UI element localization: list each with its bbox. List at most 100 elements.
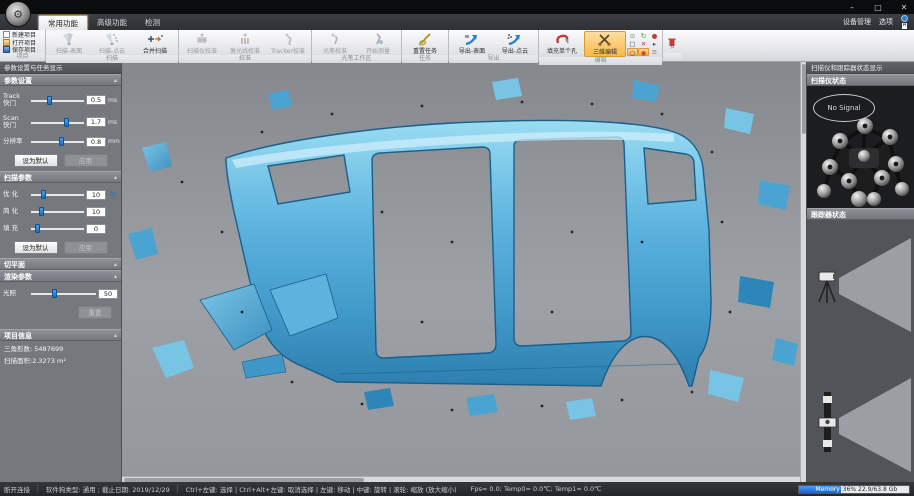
left-parameter-panel: 参数设置与任务显示 参数设置 ▴ Track 快门 0.5 ms Scan 快门… [0,62,122,482]
collapse-icon: ▴ [114,330,117,340]
apply-button[interactable]: 应用 [64,241,108,254]
close-button[interactable]: ✕ [898,3,910,12]
ribbon-group-export: 导出-表面 导出-点云 导出 [449,30,539,61]
merge-scan-button[interactable]: 合并扫描 [134,31,176,55]
scanner-calibration-icon [195,32,209,46]
export-pointcloud-button[interactable]: 导出-点云 [494,31,536,55]
group-label-export: 导出 [449,55,538,63]
reset-task-button[interactable]: 重置任务 [404,31,446,55]
section-header-tracker-status[interactable]: 跟踪器状态 [807,208,914,220]
section-header-clip-plane[interactable]: 切平面 ▴ [0,258,121,270]
triangle-count-value: 5487699 [34,345,63,353]
simplify-label: 简 化 [3,208,29,215]
list-icon[interactable]: ≡ [649,48,660,56]
refresh-icon[interactable]: ↻ [638,32,649,40]
fps-temperature: Fps= 0.0; Temp0= 0.0℃; Temp1= 0.0℃ [471,485,602,493]
fill-single-hole-button[interactable]: 填充单个孔 [541,31,583,57]
simplify-value[interactable]: 10 [86,207,106,217]
tab-inspect[interactable]: 检测 [136,15,169,30]
track-shutter-slider[interactable] [31,96,84,105]
reset-button[interactable]: 重置 [78,306,112,319]
scanner-calibration-button[interactable]: 扫描仪校准 [181,31,223,55]
mouse-hints: Ctrl+左键: 选择 | Ctrl+Alt+左键: 取消选择 | 左键: 移动… [186,484,457,494]
scissors-tools-icon [598,33,612,47]
optimize-slider[interactable] [31,190,84,199]
optimize-refresh-icon[interactable]: ↻ [108,190,118,200]
pointer-icon[interactable]: ▸ [649,40,660,48]
laser-lines-icon [238,32,252,46]
minimize-button[interactable]: – [846,3,858,12]
probe-pen-icon [329,32,341,46]
fill-slider[interactable] [31,224,84,233]
edit-3d-button[interactable]: 三维编辑 [584,31,626,57]
memory-bar-fill: Memory [799,486,841,493]
export-pointcloud-icon [507,32,523,46]
section-header-project-info[interactable]: 项目信息 ▴ [0,329,121,341]
ribbon-group-pen-workspace: 光笔校准 开始测量 光笔工作区 [312,30,402,61]
measure-pen-icon [372,32,384,46]
magnet-fill-icon [555,32,569,46]
scan-surface-icon [62,32,76,46]
visibility-icon[interactable]: ⊙ [627,32,638,40]
app-logo-icon[interactable]: ⚙ [5,1,31,27]
resolution-value[interactable]: 0.8 [86,137,106,147]
optimize-label: 优 化 [3,191,29,198]
pen-calibration-button[interactable]: 光笔校准 [314,31,356,55]
lighting-value[interactable]: 50 [98,289,118,299]
start-measure-button[interactable]: 开始测量 [357,31,399,55]
export-surface-button[interactable]: 导出-表面 [451,31,493,55]
fill-label: 填 充 [3,225,29,232]
zoom-magnifier-icon[interactable]: ⌕ [667,43,678,53]
tracker1-camera-icon [819,272,838,303]
tracker-calibration-button[interactable]: Tracker校准 [267,31,309,55]
save-disk-icon [3,46,10,53]
apply-button[interactable]: 应用 [64,154,108,167]
section-header-scan-params[interactable]: 扫描参数 ▴ [0,171,121,183]
broom-icon [417,32,433,46]
ribbon-group-scan: 扫描-表面 扫描-点云 合并扫描 扫描 [46,30,179,61]
delete-selection-icon[interactable]: ✕ [638,40,649,48]
scan-shutter-value[interactable]: 1.7 [86,117,106,127]
lasso-select-icon[interactable]: ○ [627,48,638,56]
save-project-button[interactable]: 保存项目 [3,46,42,53]
laser-calibration-button[interactable]: 激光线校准 [224,31,266,55]
rect-select-icon[interactable]: □ [627,40,638,48]
scan-shutter-slider[interactable] [31,118,84,127]
memory-usage-value: 36% 22.9/63.8 Gb [841,486,909,493]
tab-common-functions[interactable]: 常用功能 [38,15,88,30]
group-label-scan: 扫描 [46,55,178,63]
set-default-button[interactable]: 设为默认 [14,241,58,254]
device-management-menu[interactable]: 设备管理 [843,17,871,27]
input-language-icon[interactable]: A [901,15,908,29]
section-header-render-params[interactable]: 渲染参数 ▴ [0,270,121,282]
resolution-slider[interactable] [31,137,84,146]
section-header-parameters[interactable]: 参数设置 ▴ [0,74,121,86]
lighting-slider[interactable] [31,289,96,298]
record-icon[interactable]: ● [649,32,660,40]
scan-surface-button[interactable]: 扫描-表面 [48,31,90,55]
section-header-scanner-status[interactable]: 扫描仪状态 [807,74,914,86]
left-panel-title: 参数设置与任务显示 [0,62,121,74]
collapse-icon: ▴ [114,259,117,269]
tab-advanced-functions[interactable]: 高级功能 [88,15,136,30]
target-point-icon[interactable]: ◉ [638,48,649,56]
optimize-value[interactable]: 10 [86,190,106,200]
scan-pointcloud-button[interactable]: 扫描-点云 [91,31,133,55]
lighting-label: 光照 [3,290,29,297]
delete-trash-icon[interactable] [667,32,678,42]
3d-viewport[interactable] [122,62,800,476]
scan-area-line: 扫描面积:2.3273 m² [0,353,121,365]
status-bar: 断开连接 │ 软件狗类型: 通用 ; 截止日期: 2019/12/29 │ Ct… [0,482,914,496]
fill-value[interactable]: 0 [86,224,106,234]
set-default-button[interactable]: 设为默认 [14,154,58,167]
scan-area-value: 2.3273 m² [32,357,66,365]
simplify-slider[interactable] [31,207,84,216]
track-shutter-value[interactable]: 0.5 [86,95,106,105]
maximize-button[interactable]: □ [872,3,884,12]
connection-status: 断开连接 [4,484,30,494]
group-label-calibration: 校准 [179,55,311,63]
options-menu[interactable]: 选项 [879,17,893,27]
dongle-info: 软件狗类型: 通用 ; 截止日期: 2019/12/29 [46,484,170,494]
tracker-device-icon [281,32,295,46]
tracker2-fov [839,378,911,472]
